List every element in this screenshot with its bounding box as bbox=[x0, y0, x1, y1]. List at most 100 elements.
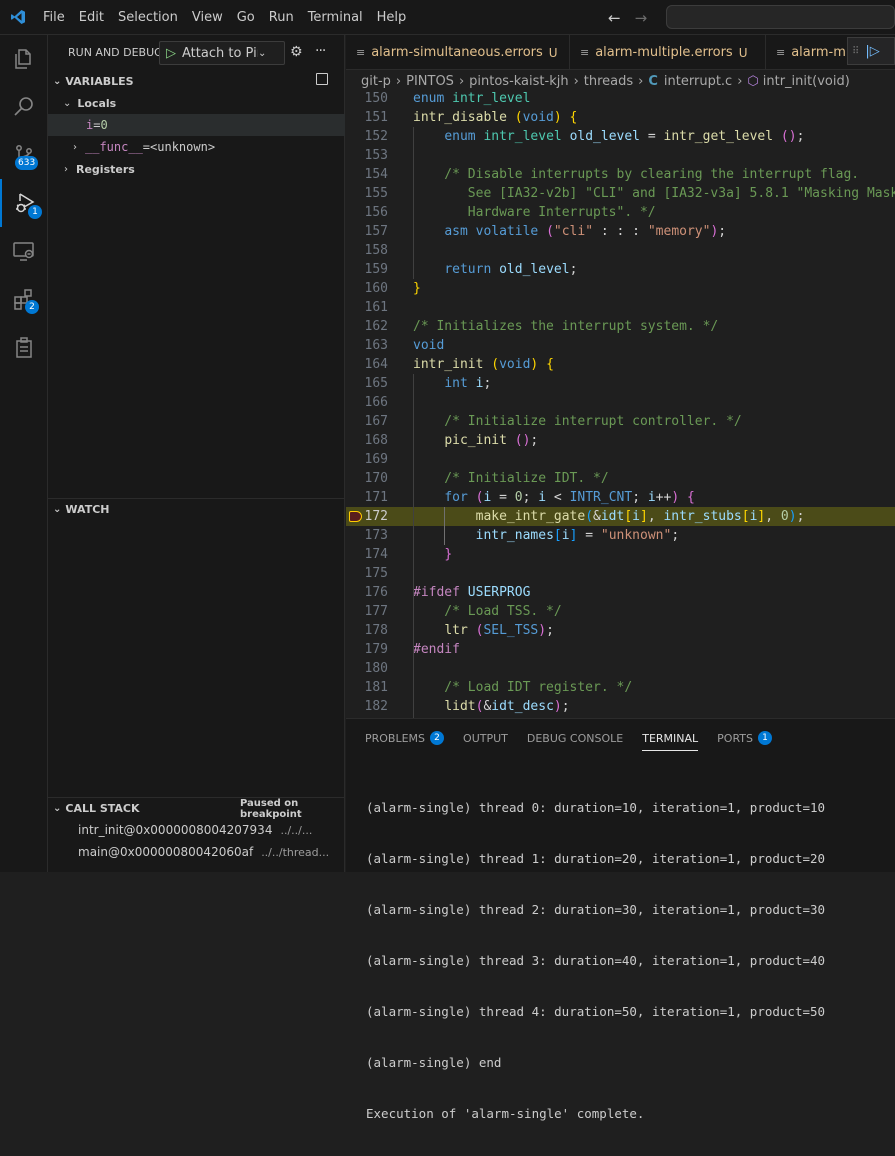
stack-frame[interactable]: intr_init@0x0000008004207934 ../../... bbox=[48, 819, 345, 841]
chevron-down-icon: ⌄ bbox=[53, 75, 62, 87]
line-number: 166 bbox=[364, 395, 388, 410]
code-line[interactable]: 159 return old_level; bbox=[346, 260, 895, 279]
code-line[interactable]: 176 #ifdef USERPROG bbox=[346, 583, 895, 602]
code-line[interactable]: 163 void bbox=[346, 336, 895, 355]
code-line[interactable]: 152 enum intr_level old_level = intr_get… bbox=[346, 127, 895, 146]
collapse-all-icon[interactable] bbox=[316, 73, 328, 85]
code-line[interactable]: 162 /* Initializes the interrupt system. … bbox=[346, 317, 895, 336]
menu-terminal[interactable]: Terminal bbox=[301, 0, 370, 35]
code-line[interactable]: 171 for (i = 0; i < INTR_CNT; i++) { bbox=[346, 488, 895, 507]
code-line[interactable]: 182 lidt(&idt_desc); bbox=[346, 697, 895, 716]
command-center-search[interactable] bbox=[666, 5, 895, 29]
file-icon: ≡ bbox=[580, 46, 590, 59]
variable-row[interactable]: › __func__ = <unknown> bbox=[48, 136, 345, 158]
chevron-right-icon: › bbox=[64, 163, 68, 175]
source-control-icon[interactable]: 633 bbox=[0, 131, 48, 179]
menu-selection[interactable]: Selection bbox=[111, 0, 185, 35]
locals-scope[interactable]: ⌄ Locals bbox=[48, 92, 345, 114]
code-line[interactable]: 170 /* Initialize IDT. */ bbox=[346, 469, 895, 488]
remote-explorer-icon[interactable] bbox=[0, 227, 48, 275]
variables-section-header[interactable]: ⌄ VARIABLES bbox=[48, 70, 345, 92]
editor-tabs: ≡ alarm-simultaneous.errors U ≡ alarm-mu… bbox=[346, 35, 895, 70]
tab-output[interactable]: OUTPUT bbox=[463, 719, 508, 757]
code-line[interactable]: 165 int i; bbox=[346, 374, 895, 393]
code-line[interactable]: 154 /* Disable interrupts by clearing th… bbox=[346, 165, 895, 184]
explorer-icon[interactable] bbox=[0, 35, 48, 83]
registers-scope[interactable]: › Registers bbox=[48, 158, 345, 180]
breadcrumb-item[interactable]: threads bbox=[584, 74, 633, 89]
line-number: 165 bbox=[364, 376, 388, 391]
code-text: #ifdef USERPROG bbox=[413, 585, 531, 600]
code-line[interactable]: 164 intr_init (void) { bbox=[346, 355, 895, 374]
code-line[interactable]: 181 /* Load IDT register. */ bbox=[346, 678, 895, 697]
more-actions-icon[interactable]: ··· bbox=[315, 43, 326, 59]
code-line[interactable]: 169 bbox=[346, 450, 895, 469]
extensions-icon[interactable]: 2 bbox=[0, 275, 48, 323]
back-arrow-icon[interactable]: ← bbox=[608, 9, 621, 27]
drag-handle-icon[interactable]: ⠿ bbox=[852, 46, 859, 57]
breadcrumb-item[interactable]: interrupt.c bbox=[664, 74, 732, 89]
terminal-line: (alarm-single) thread 0: duration=10, it… bbox=[366, 800, 826, 815]
tab-ports[interactable]: PORTS 1 bbox=[717, 719, 772, 757]
code-line[interactable]: 150 enum intr_level bbox=[346, 92, 895, 108]
forward-arrow-icon[interactable]: → bbox=[635, 9, 648, 27]
launch-config-dropdown[interactable]: ▷ Attach to Pintos ⌄ bbox=[159, 41, 285, 65]
code-line[interactable]: 161 bbox=[346, 298, 895, 317]
code-line[interactable]: 172 make_intr_gate(&idt[i], intr_stubs[i… bbox=[346, 507, 895, 526]
breadcrumb-item[interactable]: intr_init(void) bbox=[763, 74, 850, 89]
menu-run[interactable]: Run bbox=[262, 0, 301, 35]
code-line[interactable]: 177 /* Load TSS. */ bbox=[346, 602, 895, 621]
code-line[interactable]: 157 asm volatile ("cli" : : : "memory"); bbox=[346, 222, 895, 241]
code-line[interactable]: 158 bbox=[346, 241, 895, 260]
search-icon[interactable] bbox=[0, 83, 48, 131]
line-number: 176 bbox=[364, 585, 388, 600]
watch-section-header[interactable]: ⌄ WATCH bbox=[48, 498, 345, 520]
chevron-down-icon[interactable]: ⌄ bbox=[258, 48, 266, 59]
code-line[interactable]: 179 #endif bbox=[346, 640, 895, 659]
code-line[interactable]: 174 } bbox=[346, 545, 895, 564]
start-debugging-icon[interactable]: ▷ bbox=[166, 46, 176, 61]
code-line[interactable]: 180 bbox=[346, 659, 895, 678]
code-line[interactable]: 156 Hardware Interrupts". */ bbox=[346, 203, 895, 222]
code-line[interactable]: 166 bbox=[346, 393, 895, 412]
breadcrumb-item[interactable]: PINTOS bbox=[406, 74, 454, 89]
tab-alarm-simultaneous[interactable]: ≡ alarm-simultaneous.errors U bbox=[346, 35, 570, 69]
code-line[interactable]: 160} bbox=[346, 279, 895, 298]
line-number: 151 bbox=[364, 110, 388, 125]
stack-frame[interactable]: main@0x00000080042060af ../../thread... bbox=[48, 841, 345, 863]
menu-help[interactable]: Help bbox=[370, 0, 414, 35]
code-text: intr_init (void) { bbox=[413, 357, 554, 372]
terminal-output[interactable]: (alarm-single) thread 0: duration=10, it… bbox=[366, 765, 825, 1156]
code-text: /* Initialize IDT. */ bbox=[413, 471, 609, 486]
code-line[interactable]: 151 intr_disable (void) { bbox=[346, 108, 895, 127]
code-line[interactable]: 153 bbox=[346, 146, 895, 165]
continue-icon[interactable]: |▷ bbox=[865, 44, 879, 59]
tab-alarm-multiple[interactable]: ≡ alarm-multiple.errors U bbox=[570, 35, 766, 69]
code-line[interactable]: 168 pic_init (); bbox=[346, 431, 895, 450]
code-line[interactable]: 178 ltr (SEL_TSS); bbox=[346, 621, 895, 640]
menu-go[interactable]: Go bbox=[230, 0, 262, 35]
code-line[interactable]: 167 /* Initialize interrupt controller. … bbox=[346, 412, 895, 431]
call-stack-section-header[interactable]: ⌄ CALL STACK Paused on breakpoint bbox=[48, 797, 345, 820]
testing-icon[interactable] bbox=[0, 323, 48, 371]
menu-file[interactable]: File bbox=[36, 0, 72, 35]
run-debug-icon[interactable]: 1 bbox=[0, 179, 48, 227]
vscode-logo-icon bbox=[0, 0, 36, 35]
breadcrumb-item[interactable]: pintos-kaist-kjh bbox=[469, 74, 568, 89]
tab-debug-console[interactable]: DEBUG CONSOLE bbox=[527, 719, 623, 757]
problems-badge: 2 bbox=[430, 731, 445, 745]
breakpoint-arrow-icon[interactable] bbox=[349, 511, 362, 522]
line-number: 180 bbox=[364, 661, 388, 676]
menu-edit[interactable]: Edit bbox=[72, 0, 111, 35]
menu-view[interactable]: View bbox=[185, 0, 230, 35]
breadcrumb-item[interactable]: git-p bbox=[361, 74, 391, 89]
code-editor[interactable]: 150 enum intr_level 151 intr_disable (void)… bbox=[346, 92, 895, 718]
tab-problems[interactable]: PROBLEMS 2 bbox=[365, 719, 445, 757]
tab-terminal[interactable]: TERMINAL bbox=[642, 719, 698, 757]
code-line[interactable]: 173 intr_names[i] = "unknown"; bbox=[346, 526, 895, 545]
code-line[interactable]: 155 See [IA32-v2b] "CLI" and [IA32-v3a] … bbox=[346, 184, 895, 203]
code-line[interactable]: 175 bbox=[346, 564, 895, 583]
gear-icon[interactable]: ⚙ bbox=[290, 44, 303, 60]
variable-row[interactable]: i = 0 bbox=[48, 114, 345, 136]
launch-config-label: Attach to Pintos bbox=[182, 45, 258, 61]
